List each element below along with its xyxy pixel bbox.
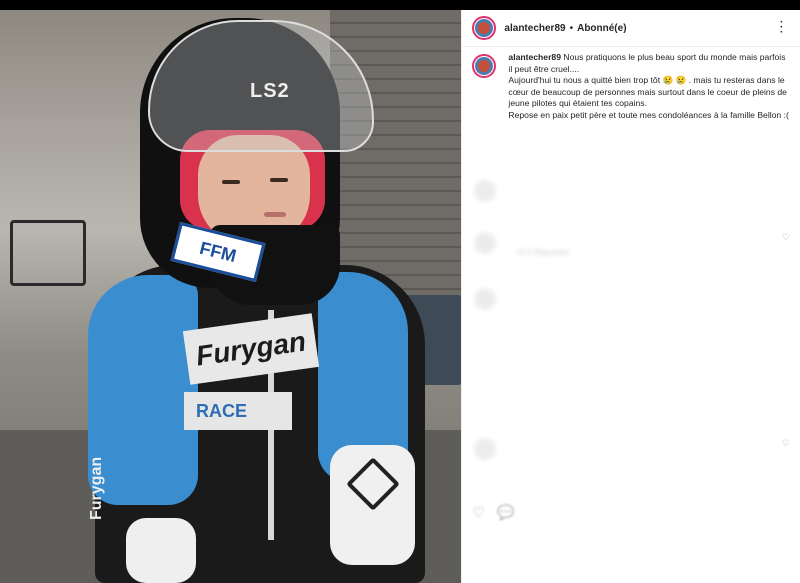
caption-body: Nous pratiquons le plus beau sport du mo… <box>508 52 789 120</box>
left-eye <box>222 180 240 184</box>
instagram-post: Furygan RACE Furygan LS2 FFM alantecher8… <box>0 10 800 583</box>
post-photo[interactable]: Furygan RACE Furygan LS2 FFM <box>0 10 462 583</box>
header-username[interactable]: alantecher89 <box>504 23 565 34</box>
right-eye <box>270 178 288 182</box>
like-heart-icon[interactable]: ♡ <box>782 232 790 243</box>
comment-avatar[interactable] <box>474 180 497 202</box>
mouth <box>264 212 286 217</box>
like-heart-icon[interactable]: ♡ <box>782 438 790 449</box>
caption-text-block: alantecher89 Nous pratiquons le plus bea… <box>508 52 790 122</box>
comment-avatar[interactable] <box>474 438 497 460</box>
top-black-bar <box>0 0 800 10</box>
post-actions: ♡ 💬 <box>472 504 514 521</box>
post-sidebar: alantecher89 • Abonné(e) ⋮ alantecher89 … <box>461 10 800 583</box>
post-caption: alantecher89 Nous pratiquons le plus bea… <box>472 52 790 122</box>
comment-row[interactable] <box>474 438 506 460</box>
avatar[interactable] <box>472 16 497 40</box>
comment-row[interactable] <box>474 288 506 310</box>
follow-status[interactable]: Abonné(e) <box>577 23 626 34</box>
helmet-brand: LS2 <box>250 80 290 102</box>
glove-logo-icon <box>346 457 400 511</box>
header-separator: • <box>569 22 574 34</box>
folding-chair <box>10 220 86 286</box>
like-icon[interactable]: ♡ <box>472 504 485 521</box>
post-header: alantecher89 • Abonné(e) ⋮ <box>462 10 800 47</box>
caption-username[interactable]: alantecher89 <box>508 52 561 62</box>
avatar-image <box>478 22 491 34</box>
comment-avatar[interactable] <box>474 288 497 310</box>
left-glove <box>126 518 196 583</box>
comment-row[interactable] <box>474 180 506 202</box>
comment-avatar[interactable] <box>474 232 497 254</box>
more-options-icon[interactable]: ⋮ <box>774 18 788 34</box>
sleeve-brand: Furygan <box>88 456 105 520</box>
comment-time-reply[interactable]: 16 h Répondre <box>516 248 569 257</box>
caption-avatar[interactable] <box>472 54 497 78</box>
avatar-image <box>478 60 491 72</box>
chest-badge: RACE <box>184 392 292 430</box>
comment-meta: 16 h Répondre <box>506 248 569 257</box>
comment-icon[interactable]: 💬 <box>497 504 514 521</box>
right-glove <box>330 445 415 565</box>
